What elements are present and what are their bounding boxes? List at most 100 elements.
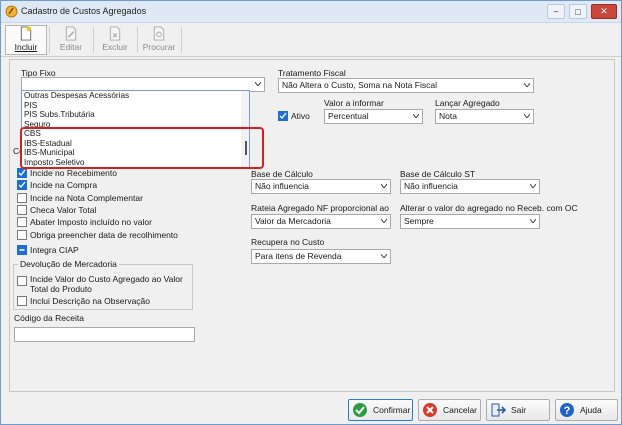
valor-informar-value: Percentual	[328, 111, 369, 121]
tratamento-fiscal-select[interactable]: Não Altera o Custo, Soma na Nota Fiscal	[278, 78, 534, 93]
recupera-custo-label: Recupera no Custo	[251, 237, 325, 247]
confirmar-button[interactable]: Confirmar	[348, 399, 413, 421]
obriga-data-recolhimento-label: Obriga preencher data de recolhimento	[30, 230, 178, 240]
base-calculo-select[interactable]: Não influencia	[251, 179, 391, 194]
integra-ciap-label: Integra CIAP	[30, 245, 79, 255]
search-icon	[153, 26, 165, 41]
checkbox-unchecked-icon	[17, 230, 27, 240]
incide-custo-agregado-line1: Incide Valor do Custo Agregado ao Valor	[30, 274, 183, 284]
recupera-custo-value: Para itens de Revenda	[255, 251, 342, 261]
incluir-label: Incluir	[14, 42, 38, 52]
recupera-custo-select[interactable]: Para itens de Revenda	[251, 249, 391, 264]
obriga-data-recolhimento-checkbox[interactable]: Obriga preencher data de recolhimento	[17, 229, 178, 241]
rateia-value: Valor da Mercadoria	[255, 216, 331, 226]
minimize-icon: –	[553, 7, 559, 16]
dropdown-option[interactable]: PIS Subs.Tributária	[22, 110, 249, 120]
sair-button[interactable]: Sair	[486, 399, 550, 421]
sair-label: Sair	[511, 405, 527, 415]
inclui-descricao-label: Inclui Descrição na Observação	[30, 296, 151, 306]
cancelar-button[interactable]: Cancelar	[418, 399, 481, 421]
chevron-down-icon	[413, 114, 419, 118]
abater-imposto-label: Abater Imposto incluído no valor	[30, 217, 152, 227]
close-button[interactable]: ✕	[591, 4, 617, 19]
base-calculo-st-label: Base de Cálculo ST	[400, 169, 476, 179]
valor-informar-select[interactable]: Percentual	[324, 109, 423, 124]
incluir-button[interactable]: Incluir	[5, 25, 47, 55]
incide-nota-complementar-label: Incide na Nota Complementar	[30, 193, 143, 203]
devolucao-title: Devolução de Mercadoria	[18, 259, 119, 269]
checa-valor-total-label: Checa Valor Total	[30, 205, 97, 215]
tratamento-fiscal-label: Tratamento Fiscal	[278, 68, 346, 78]
alterar-valor-label: Alterar o valor do agregado no Receb. co…	[400, 203, 578, 213]
ativo-checkbox[interactable]: Ativo	[278, 110, 310, 122]
incide-compra-label: Incide na Compra	[30, 180, 98, 190]
checkbox-checked-icon	[278, 111, 288, 121]
ajuda-button[interactable]: ? Ajuda	[555, 399, 618, 421]
edit-icon	[65, 26, 77, 41]
lancar-agregado-value: Nota	[439, 111, 457, 121]
base-calculo-st-select[interactable]: Não influencia	[400, 179, 540, 194]
procurar-button[interactable]: Procurar	[138, 25, 180, 55]
alterar-valor-value: Sempre	[404, 216, 434, 226]
chevron-down-icon	[381, 184, 387, 188]
chevron-down-icon	[381, 254, 387, 258]
help-icon: ?	[560, 403, 574, 417]
dropdown-option[interactable]: PIS	[22, 101, 249, 111]
ativo-label: Ativo	[291, 111, 310, 121]
checkbox-unchecked-icon	[17, 217, 27, 227]
integra-ciap-checkbox[interactable]: Integra CIAP	[17, 244, 79, 256]
checkbox-unchecked-icon	[17, 205, 27, 215]
exit-icon	[491, 403, 506, 417]
chevron-down-icon	[524, 114, 530, 118]
incide-custo-agregado-line2: Total do Produto	[30, 284, 92, 294]
incide-custo-agregado-label: Incide Valor do Custo Agregado ao Valor …	[30, 274, 183, 294]
cancel-icon	[423, 403, 437, 417]
editar-label: Editar	[59, 42, 83, 52]
incide-recebimento-label: Incide no Recebimento	[30, 168, 117, 178]
procurar-label: Procurar	[142, 42, 176, 52]
codigo-receita-label: Código da Receita	[14, 313, 84, 323]
incide-custo-agregado-checkbox[interactable]: Incide Valor do Custo Agregado ao Valor …	[17, 274, 183, 294]
highlight-annotation	[20, 127, 264, 169]
new-document-icon	[20, 26, 32, 41]
valor-informar-label: Valor a informar	[324, 98, 384, 108]
title-bar: Cadastro de Custos Agregados – □ ✕	[1, 1, 621, 23]
ajuda-label: Ajuda	[580, 405, 602, 415]
checkbox-checked-icon	[17, 180, 27, 190]
checkbox-checked-icon	[17, 168, 27, 178]
toolbar: Incluir Editar Excluir Procurar	[1, 23, 621, 57]
lancar-agregado-label: Lançar Agregado	[435, 98, 500, 108]
checkbox-unchecked-icon	[17, 276, 27, 286]
codigo-receita-input[interactable]	[14, 327, 195, 342]
editar-button[interactable]: Editar	[50, 25, 92, 55]
incide-nota-complementar-checkbox[interactable]: Incide na Nota Complementar	[17, 192, 143, 204]
alterar-valor-select[interactable]: Sempre	[400, 214, 540, 229]
base-calculo-label: Base de Cálculo	[251, 169, 313, 179]
tratamento-fiscal-value: Não Altera o Custo, Soma na Nota Fiscal	[282, 80, 437, 90]
rateia-select[interactable]: Valor da Mercadoria	[251, 214, 391, 229]
custos-agregados-window: Cadastro de Custos Agregados – □ ✕ Inclu…	[0, 0, 622, 425]
confirmar-label: Confirmar	[373, 405, 411, 415]
abater-imposto-checkbox[interactable]: Abater Imposto incluído no valor	[17, 216, 152, 228]
lancar-agregado-select[interactable]: Nota	[435, 109, 534, 124]
window-title: Cadastro de Custos Agregados	[21, 6, 147, 16]
chevron-down-icon	[530, 184, 536, 188]
excluir-label: Excluir	[102, 42, 128, 52]
checkbox-unchecked-icon	[17, 193, 27, 203]
base-calculo-st-value: Não influencia	[404, 181, 458, 191]
app-icon	[5, 5, 18, 18]
dropdown-option[interactable]: Outras Despesas Acessórias	[22, 91, 249, 101]
toolbar-separator	[181, 27, 182, 53]
checa-valor-total-checkbox[interactable]: Checa Valor Total	[17, 204, 96, 216]
inclui-descricao-checkbox[interactable]: Inclui Descrição na Observação	[17, 295, 150, 307]
close-icon: ✕	[600, 6, 608, 16]
base-calculo-value: Não influencia	[255, 181, 309, 191]
check-circle-icon	[353, 403, 367, 417]
checkbox-partial-icon	[17, 245, 27, 255]
maximize-button[interactable]: □	[569, 4, 587, 19]
chevron-down-icon	[255, 82, 261, 86]
minimize-button[interactable]: –	[547, 4, 565, 19]
excluir-button[interactable]: Excluir	[94, 25, 136, 55]
incide-compra-checkbox[interactable]: Incide na Compra	[17, 179, 97, 191]
bottom-button-bar: Confirmar Cancelar Sair ? Ajuda	[1, 395, 621, 425]
